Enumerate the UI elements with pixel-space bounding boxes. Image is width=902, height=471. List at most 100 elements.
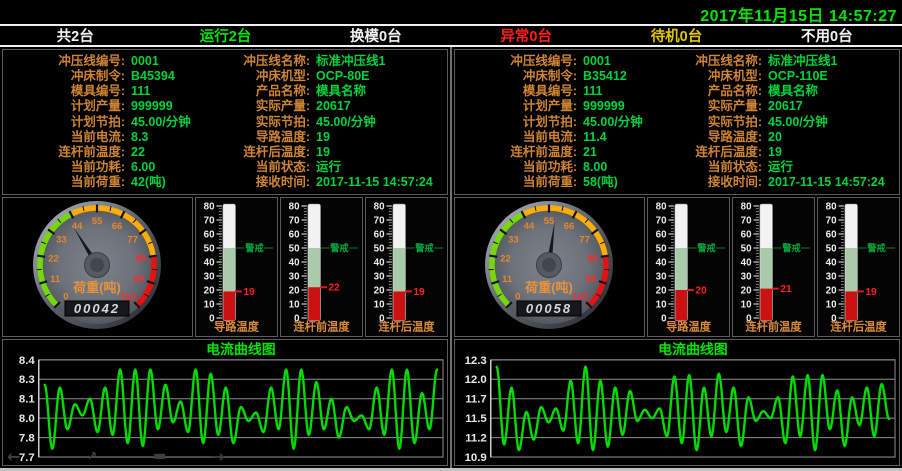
info-value: 20617 [762, 99, 898, 114]
info-value: 22 [125, 145, 228, 160]
info-label: 当前电流: [457, 130, 577, 145]
scroll-right-icon[interactable]: → [211, 449, 224, 464]
gauge-tick-label: 22 [500, 253, 511, 264]
thermo-scale-label: 50 [289, 243, 300, 254]
thermo-scale-label: 40 [289, 257, 300, 268]
scroll-left-icon[interactable]: ← [7, 449, 20, 464]
thermo-scale-label: 10 [741, 299, 752, 310]
info-value: 0001 [577, 54, 680, 69]
thermo-scale-label: 40 [741, 257, 752, 268]
info-value: 999999 [125, 99, 228, 114]
thermo-scale-label: 50 [656, 243, 667, 254]
main-area: 冲压线编号:0001冲压线名称:标准冲压线1冲床制令:B45394冲床机型:OC… [0, 47, 902, 468]
y-axis-label: 7.8 [19, 433, 35, 445]
status-item-4: 待机0台 [601, 25, 751, 46]
info-label: 模具编号: [457, 84, 577, 99]
y-axis-label: 12.3 [465, 355, 487, 367]
thermo-scale-label: 60 [826, 229, 837, 240]
info-value: 21 [577, 145, 680, 160]
info-value: 运行 [310, 160, 446, 175]
zoom-corner-icon[interactable]: ↗ [87, 449, 97, 464]
current-curve-chart: 电流曲线图8.48.38.18.07.87.7 [3, 340, 447, 465]
thermo-safe-fill [393, 248, 405, 291]
gauge-tick-label: 66 [564, 221, 575, 232]
info-label: 计划产量: [5, 99, 125, 114]
thermo-safe-fill [845, 248, 857, 291]
y-axis-label: 8.4 [19, 355, 36, 367]
y-axis-label: 10.9 [465, 452, 487, 464]
current-chart-box: 电流曲线图12.312.011.711.511.210.9 [454, 339, 900, 466]
current-curve-chart: 电流曲线图12.312.011.711.511.210.9 [455, 340, 899, 465]
info-value: 2017-11-15 14:57:24 [310, 175, 446, 190]
info-value: 标准冲压线1 [762, 54, 898, 69]
info-value: 111 [577, 84, 680, 99]
thermo-scale-label: 50 [374, 243, 385, 254]
thermo-scale-label: 70 [204, 215, 215, 226]
status-item-3: 异常0台 [451, 25, 601, 46]
info-label: 导路温度: [680, 130, 762, 145]
thermo-ticks [753, 206, 758, 318]
thermometer-box: 80706050403020100警戒19导路温度 [195, 197, 278, 337]
thermo-scale-label: 20 [289, 285, 300, 296]
gauges-row: 0112233445566778899110荷重(吨)0005880706050… [454, 197, 900, 337]
thermo-warn-label: 警戒 [244, 242, 264, 253]
info-label: 产品名称: [228, 84, 310, 99]
thermo-ticks [838, 206, 843, 318]
info-label: 接收时间: [680, 175, 762, 190]
info-value: 58(吨) [577, 175, 680, 190]
thermo-scale-label: 30 [374, 271, 385, 282]
info-label: 连杆后温度: [228, 145, 310, 160]
info-label: 当前荷重: [5, 175, 125, 190]
thermo-safe-fill [760, 248, 772, 289]
gauge-tick-label: 33 [508, 234, 519, 245]
thermo-ticks [386, 206, 391, 318]
thermo-scale-label: 80 [289, 201, 300, 212]
gauge-tick-label: 66 [112, 221, 123, 232]
thermo-scale-label: 10 [826, 299, 837, 310]
y-axis-label: 8.1 [19, 394, 36, 406]
thermo-scale-label: 80 [741, 201, 752, 212]
thermo-warn-label: 警戒 [414, 242, 434, 253]
current-curve [45, 370, 437, 449]
info-value: 19 [310, 130, 446, 145]
info-value: 标准冲压线1 [310, 54, 446, 69]
thermo-warn-label: 警戒 [329, 242, 349, 253]
marker-block-icon[interactable]: ▬ [153, 449, 166, 464]
info-value: 45.00/分钟 [310, 115, 446, 130]
info-value: 11.4 [577, 130, 680, 145]
info-label: 导路温度: [228, 130, 310, 145]
info-label: 实际节拍: [680, 115, 762, 130]
info-label: 计划节拍: [5, 115, 125, 130]
thermo-scale-label: 40 [204, 257, 215, 268]
thermo-value-label: 22 [328, 283, 340, 294]
thermo-value-label: 19 [413, 287, 425, 298]
thermo-scale-label: 70 [374, 215, 385, 226]
thermo-scale-label: 10 [656, 299, 667, 310]
thermo-warn-label: 警戒 [866, 242, 886, 253]
thermo-scale-label: 50 [826, 243, 837, 254]
info-value: OCP-80E [310, 69, 446, 84]
info-label: 冲压线名称: [680, 54, 762, 69]
gauge-tick-label: 77 [127, 234, 138, 245]
thermo-safe-fill [675, 248, 687, 290]
info-box: 冲压线编号:0001冲压线名称:标准冲压线1冲床制令:B35412冲床机型:OC… [454, 49, 900, 195]
info-label: 当前状态: [680, 160, 762, 175]
info-label: 模具编号: [5, 84, 125, 99]
y-axis-label: 11.7 [465, 394, 487, 406]
thermometer-title: 导路温度 [666, 319, 712, 333]
gauges-row: 0112233445566778899110荷重(吨)0004280706050… [2, 197, 448, 337]
gauge-odometer: 00058 [526, 301, 572, 316]
info-value: OCP-110E [762, 69, 898, 84]
thermo-scale-label: 80 [656, 201, 667, 212]
thermo-value-label: 19 [243, 287, 255, 298]
thermo-scale-label: 80 [826, 201, 837, 212]
info-value: 2017-11-15 14:57:24 [762, 175, 898, 190]
thermo-scale-label: 40 [374, 257, 385, 268]
thermo-value-label: 19 [865, 287, 877, 298]
thermo-scale-label: 20 [826, 285, 837, 296]
thermo-scale-label: 10 [374, 299, 385, 310]
thermo-value-fill [845, 291, 857, 320]
thermo-scale-label: 40 [826, 257, 837, 268]
status-item-1: 运行2台 [150, 25, 300, 46]
info-label: 当前电流: [5, 130, 125, 145]
